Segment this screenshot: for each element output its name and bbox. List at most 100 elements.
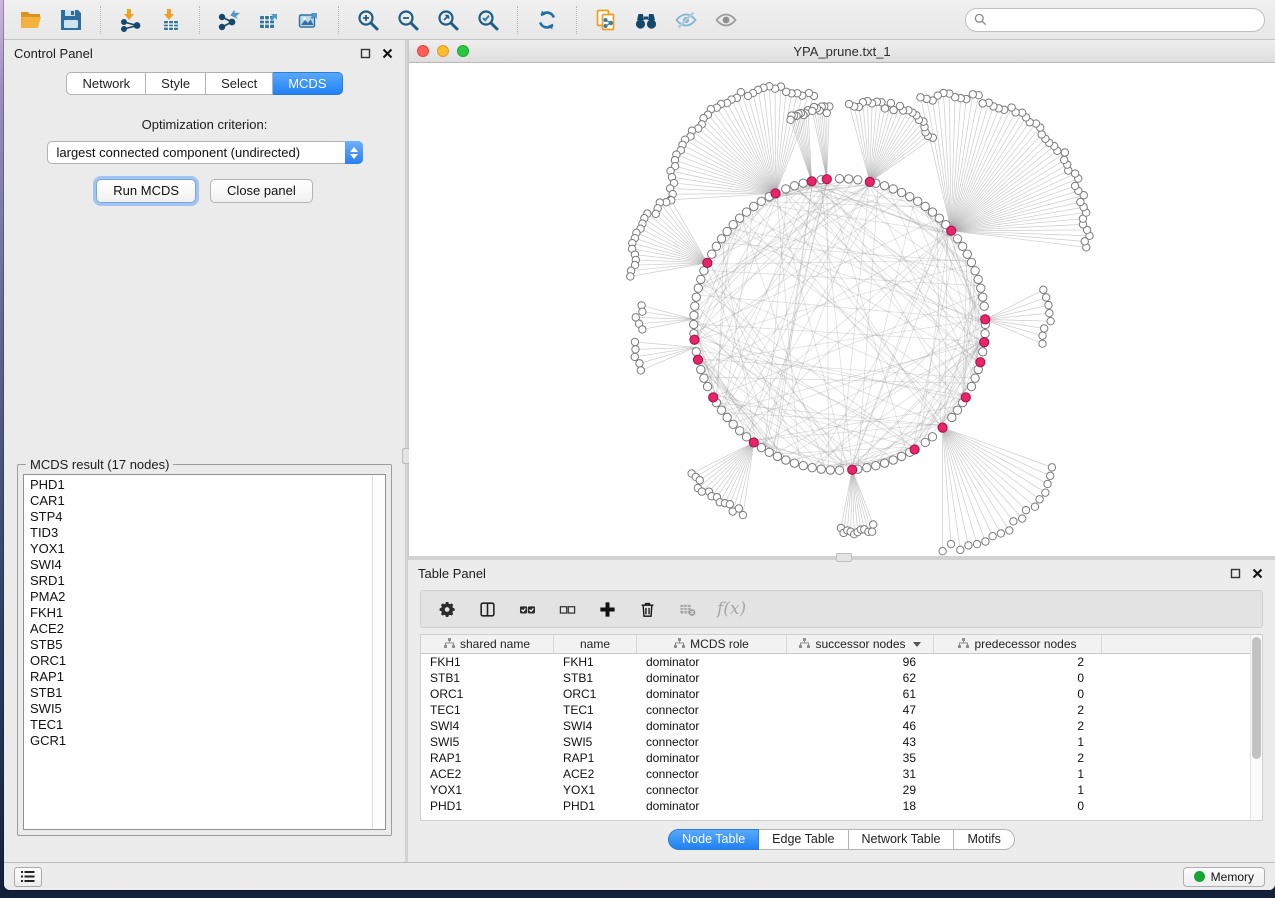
zoom-out-icon[interactable] (391, 5, 425, 35)
list-item[interactable]: CAR1 (30, 493, 372, 509)
splitter-handle[interactable] (836, 553, 852, 562)
list-item[interactable]: SRD1 (30, 573, 372, 589)
control-panel: Control Panel Network Style Select MCDS … (4, 40, 405, 862)
horizontal-splitter[interactable] (408, 556, 1275, 560)
table-row[interactable]: FKH1FKH1dominator962 (421, 654, 1250, 670)
export-network-icon[interactable] (212, 5, 246, 35)
search-input[interactable] (965, 8, 1265, 32)
table-row[interactable]: TEC1TEC1connector472 (421, 702, 1250, 718)
run-mcds-button[interactable]: Run MCDS (96, 179, 196, 203)
delete-column-icon[interactable] (637, 599, 657, 619)
column-header-predecessor-nodes[interactable]: predecessor nodes (934, 635, 1102, 653)
close-window-icon[interactable] (417, 45, 429, 57)
table-row[interactable]: RAP1RAP1dominator352 (421, 750, 1250, 766)
criterion-select[interactable]: largest connected component (undirected) (47, 141, 363, 164)
save-session-icon[interactable] (54, 5, 88, 35)
table-row[interactable]: ORC1ORC1dominator610 (421, 686, 1250, 702)
network-node (913, 197, 921, 205)
add-column-icon[interactable] (597, 599, 617, 619)
zoom-selected-icon[interactable] (471, 5, 505, 35)
table-row[interactable]: YOX1YOX1connector291 (421, 782, 1250, 798)
memory-button[interactable]: Memory (1183, 867, 1265, 887)
list-item[interactable]: STP4 (30, 509, 372, 525)
table-header-row: shared namenameMCDS rolesuccessor nodesp… (421, 635, 1250, 654)
show-column-icon[interactable] (477, 599, 497, 619)
list-item[interactable]: PMA2 (30, 589, 372, 605)
close-panel-button[interactable]: Close panel (210, 179, 313, 203)
table-row[interactable]: SWI5SWI5connector431 (421, 734, 1250, 750)
tab-style[interactable]: Style (146, 72, 206, 95)
network-node (790, 459, 798, 467)
mcds-result-list: PHD1CAR1STP4TID3YOX1SWI4SRD1PMA2FKH1ACE2… (24, 475, 372, 829)
network-node (1036, 496, 1043, 503)
toolbar-separator (100, 6, 101, 34)
column-header-shared-name[interactable]: shared name (421, 635, 554, 653)
scrollbar-thumb[interactable] (1252, 637, 1261, 759)
zoom-fit-icon[interactable] (431, 5, 465, 35)
list-item[interactable]: PHD1 (30, 477, 372, 493)
table-row[interactable]: STB1STB1dominator620 (421, 670, 1250, 686)
network-node (1042, 489, 1049, 496)
column-type-icon (958, 637, 969, 651)
tab-edge-table[interactable]: Edge Table (759, 829, 848, 850)
column-header-MCDS-role[interactable]: MCDS role (637, 635, 787, 653)
apply-layout-icon[interactable] (530, 5, 564, 35)
table-row[interactable]: SWI4SWI4dominator462 (421, 718, 1250, 734)
list-item[interactable]: ACE2 (30, 621, 372, 637)
list-item[interactable]: STB1 (30, 685, 372, 701)
table-settings-gear-icon[interactable] (437, 599, 457, 619)
list-item[interactable]: YOX1 (30, 541, 372, 557)
close-panel-icon[interactable] (379, 46, 395, 60)
list-item[interactable]: TEC1 (30, 717, 372, 733)
table-scrollbar[interactable] (1250, 635, 1262, 820)
list-item[interactable]: TID3 (30, 525, 372, 541)
import-network-icon[interactable] (113, 5, 147, 35)
tab-mcds[interactable]: MCDS (273, 72, 342, 95)
find-binoculars-icon[interactable] (629, 5, 663, 35)
export-image-icon[interactable] (292, 5, 326, 35)
network-nodes[interactable] (627, 83, 1094, 555)
function-builder-icon[interactable]: f(x) (717, 599, 746, 619)
column-header-successor-nodes[interactable]: successor nodes (787, 635, 934, 653)
network-node (980, 302, 988, 310)
zoom-in-icon[interactable] (351, 5, 385, 35)
list-item[interactable]: STB5 (30, 637, 372, 653)
close-panel-icon[interactable] (1249, 566, 1265, 580)
vertical-splitter[interactable] (405, 40, 408, 862)
network-node (835, 174, 843, 182)
new-network-from-selection-icon[interactable] (589, 5, 623, 35)
deselect-all-rows-icon[interactable] (557, 599, 577, 619)
mcds-result-scrollbar[interactable] (372, 475, 385, 829)
network-node (790, 182, 798, 190)
tab-network[interactable]: Network (66, 72, 146, 95)
float-panel-icon[interactable] (1227, 566, 1243, 580)
list-item[interactable]: RAP1 (30, 669, 372, 685)
hide-selected-icon[interactable] (669, 5, 703, 35)
task-history-icon[interactable] (14, 867, 42, 887)
tab-select[interactable]: Select (206, 72, 273, 95)
table-row[interactable]: ACE2ACE2connector311 (421, 766, 1250, 782)
select-all-rows-icon[interactable] (517, 599, 537, 619)
tab-network-table[interactable]: Network Table (849, 829, 955, 850)
tab-node-table[interactable]: Node Table (668, 829, 759, 850)
cell-shared-name: ACE2 (421, 767, 554, 781)
show-all-icon[interactable] (709, 5, 743, 35)
import-table-icon[interactable] (153, 5, 187, 35)
list-item[interactable]: FKH1 (30, 605, 372, 621)
tab-motifs[interactable]: Motifs (954, 829, 1014, 850)
list-item[interactable]: SWI4 (30, 557, 372, 573)
network-canvas[interactable] (409, 63, 1275, 556)
list-item[interactable]: SWI5 (30, 701, 372, 717)
float-panel-icon[interactable] (357, 46, 373, 60)
export-table-icon[interactable] (252, 5, 286, 35)
maximize-window-icon[interactable] (457, 45, 469, 57)
network-node (729, 220, 737, 228)
table-row[interactable]: PHD1PHD1dominator180 (421, 798, 1250, 814)
delete-table-icon[interactable] (677, 599, 697, 619)
network-node (735, 505, 742, 512)
list-item[interactable]: GCR1 (30, 733, 372, 749)
open-session-icon[interactable] (14, 5, 48, 35)
minimize-window-icon[interactable] (437, 45, 449, 57)
list-item[interactable]: ORC1 (30, 653, 372, 669)
column-header-name[interactable]: name (554, 635, 637, 653)
